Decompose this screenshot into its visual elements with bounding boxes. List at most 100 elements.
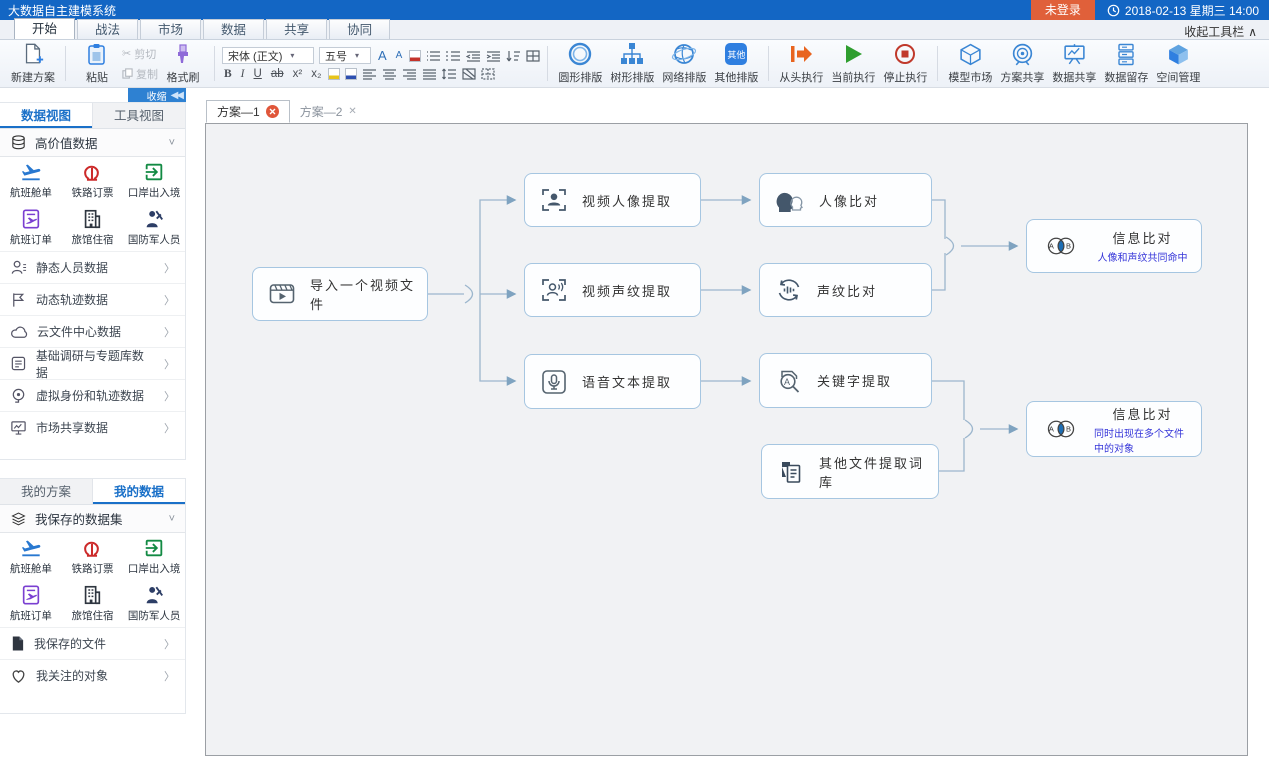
node-speech-text-extract[interactable]: 语音文本提取 — [524, 354, 701, 409]
ribbon-tab-collaborate[interactable]: 协同 — [329, 19, 390, 39]
tab-tool-view[interactable]: 工具视图 — [93, 103, 185, 128]
table-grid-icon[interactable] — [526, 50, 540, 62]
doc-tab-plan-2[interactable]: 方案—2 ✕ — [290, 100, 367, 123]
video-file-icon — [267, 280, 297, 308]
category-static-person-data[interactable]: 静态人员数据 〉 — [0, 251, 185, 283]
data-share-button[interactable]: 数据共享 — [1048, 40, 1100, 88]
shading-icon[interactable] — [462, 68, 476, 80]
ribbon-tab-share[interactable]: 共享 — [266, 19, 327, 39]
my-saved-files[interactable]: 我保存的文件 〉 — [0, 627, 185, 659]
align-left-icon[interactable] — [362, 68, 377, 80]
close-tab-icon[interactable] — [266, 105, 279, 118]
bold-button[interactable]: B — [222, 68, 234, 80]
run-current-button[interactable]: 当前执行 — [827, 40, 879, 88]
data-retention-button[interactable]: 数据留存 — [1100, 40, 1152, 88]
numbered-list-icon[interactable] — [446, 50, 461, 62]
dataset-rail-ticket[interactable]: 铁路订票 — [62, 533, 124, 580]
align-center-icon[interactable] — [382, 68, 397, 80]
dataset-hotel-stay[interactable]: 旅馆住宿 — [62, 580, 124, 627]
node-voiceprint-compare[interactable]: 声纹比对 — [759, 263, 932, 317]
decrease-indent-icon[interactable] — [466, 50, 481, 62]
network-layout-button[interactable]: 网络排版 — [658, 40, 710, 88]
font-size-select[interactable]: 五号 ▾ — [319, 47, 371, 64]
text-effects-button[interactable] — [409, 50, 421, 62]
new-plan-button[interactable]: 新建方案 — [7, 40, 59, 88]
ribbon-toolbar: 新建方案 粘贴 ✂ 剪切 复 — [0, 40, 1269, 88]
font-color-button[interactable] — [345, 68, 357, 80]
superscript-button[interactable]: x² — [291, 68, 305, 80]
bullet-list-icon[interactable] — [426, 50, 441, 62]
diagram-canvas[interactable]: 导入一个视频文件 视频人像提取 视频声纹提取 — [205, 123, 1248, 756]
underline-button[interactable]: U — [252, 68, 264, 80]
model-market-button[interactable]: 模型市场 — [944, 40, 996, 88]
dataset-flight-order[interactable]: 航班订单 — [0, 204, 62, 251]
ribbon-tab-market[interactable]: 市场 — [140, 19, 201, 39]
cut-button[interactable]: ✂ 剪切 — [122, 46, 158, 62]
dataset-hotel-stay[interactable]: 旅馆住宿 — [62, 204, 124, 251]
dataset-military-personnel[interactable]: 国防军人员 — [123, 204, 185, 251]
category-market-shared-data[interactable]: 市场共享数据 〉 — [0, 411, 185, 443]
dataset-flight-order[interactable]: 航班订单 — [0, 580, 62, 627]
sort-icon[interactable] — [506, 50, 521, 62]
node-face-compare[interactable]: 人像比对 — [759, 173, 932, 227]
circle-layout-button[interactable]: 圆形排版 — [554, 40, 606, 88]
dataset-rail-ticket[interactable]: 铁路订票 — [62, 157, 124, 204]
double-chevron-left-icon: ◀◀ — [171, 90, 182, 101]
dataset-border-entry-exit[interactable]: 口岸出入境 — [123, 157, 185, 204]
run-current-label: 当前执行 — [831, 69, 875, 85]
close-icon[interactable]: ✕ — [348, 106, 356, 117]
strikethrough-button[interactable]: ab — [269, 68, 286, 80]
subscript-button[interactable]: x₂ — [309, 68, 323, 80]
ribbon-tab-data[interactable]: 数据 — [203, 19, 264, 39]
other-layout-button[interactable]: 其他 其他排版 — [710, 40, 762, 88]
node-info-compare-1[interactable]: A B 信息比对 人像和声纹共同命中 — [1026, 219, 1202, 273]
space-manage-button[interactable]: 空间管理 — [1152, 40, 1204, 88]
dataset-border-entry-exit[interactable]: 口岸出入境 — [123, 533, 185, 580]
my-followed-objects[interactable]: 我关注的对象 〉 — [0, 659, 185, 691]
dataset-military-personnel[interactable]: 国防军人员 — [123, 580, 185, 627]
plan-share-button[interactable]: 方案共享 — [996, 40, 1048, 88]
soldier-icon — [142, 208, 166, 230]
node-info-compare-2[interactable]: A B 信息比对 同时出现在多个文件中的对象 — [1026, 401, 1202, 457]
dataset-flight-manifest[interactable]: 航班舱单 — [0, 157, 62, 204]
run-from-start-button[interactable]: 从头执行 — [775, 40, 827, 88]
line-spacing-icon[interactable] — [442, 68, 457, 80]
login-status-badge[interactable]: 未登录 — [1031, 0, 1095, 20]
format-painter-button[interactable]: 格式刷 — [158, 40, 208, 88]
italic-button[interactable]: I — [239, 68, 247, 80]
category-cloud-file-center-data[interactable]: 云文件中心数据 〉 — [0, 315, 185, 347]
node-keyword-extract[interactable]: A 关键字提取 — [759, 353, 932, 408]
node-import-video-file[interactable]: 导入一个视频文件 — [252, 267, 428, 321]
tab-data-view[interactable]: 数据视图 — [0, 103, 93, 128]
dataset-flight-manifest[interactable]: 航班舱单 — [0, 533, 62, 580]
increase-indent-icon[interactable] — [486, 50, 501, 62]
highlight-color-button[interactable] — [328, 68, 340, 80]
tab-my-data[interactable]: 我的数据 — [93, 479, 185, 504]
tree-layout-button[interactable]: 树形排版 — [606, 40, 658, 88]
sidebar-collapse-button[interactable]: 收缩 ◀◀ — [128, 88, 186, 102]
category-dynamic-trajectory-data[interactable]: 动态轨迹数据 〉 — [0, 283, 185, 315]
copy-button[interactable]: 复制 — [122, 66, 158, 82]
section-high-value-data[interactable]: 高价值数据 ˅ — [0, 129, 185, 157]
category-label: 虚拟身份和轨迹数据 — [36, 387, 144, 404]
node-video-face-extract[interactable]: 视频人像提取 — [524, 173, 701, 227]
category-virtual-identity-trajectory-data[interactable]: 虚拟身份和轨迹数据 〉 — [0, 379, 185, 411]
align-right-icon[interactable] — [402, 68, 417, 80]
node-video-voiceprint-extract[interactable]: 视频声纹提取 — [524, 263, 701, 317]
ribbon-tab-start[interactable]: 开始 — [14, 18, 75, 39]
data-retention-label: 数据留存 — [1104, 69, 1148, 85]
node-other-files-lexicon[interactable]: 其他文件提取词库 — [761, 444, 939, 499]
font-name-select[interactable]: 宋体 (正文) ▾ — [222, 47, 314, 64]
section-saved-datasets[interactable]: 我保存的数据集 ˅ — [0, 505, 185, 533]
grow-font-button[interactable]: A — [376, 48, 389, 63]
stop-run-button[interactable]: 停止执行 — [879, 40, 931, 88]
doc-tab-plan-1[interactable]: 方案—1 — [206, 100, 290, 123]
ribbon-tab-tactics[interactable]: 战法 — [77, 19, 138, 39]
justify-icon[interactable] — [422, 68, 437, 80]
shrink-font-button[interactable]: A — [394, 50, 405, 61]
borders-icon[interactable] — [481, 68, 495, 80]
tab-my-plans[interactable]: 我的方案 — [0, 479, 93, 504]
paste-button[interactable]: 粘贴 — [72, 40, 122, 88]
category-research-theme-library-data[interactable]: 基础调研与专题库数据 〉 — [0, 347, 185, 379]
collapse-toolbar-button[interactable]: 收起工具栏 ∧ — [1184, 23, 1257, 40]
